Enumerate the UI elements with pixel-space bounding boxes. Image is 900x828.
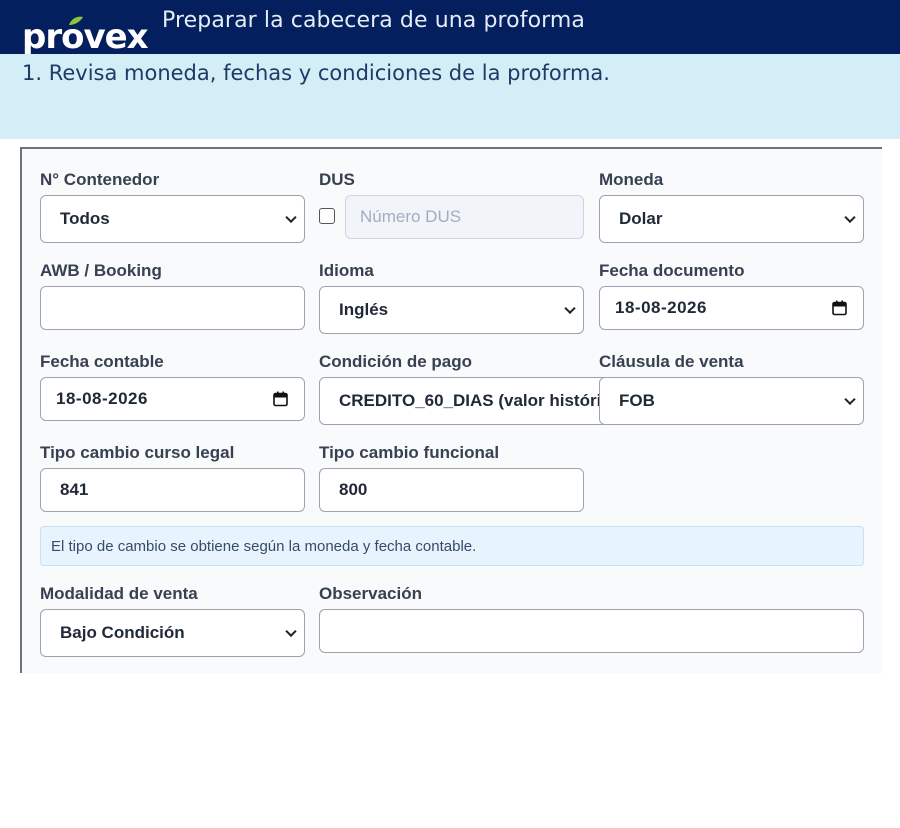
exchange-rate-info: El tipo de cambio se obtiene según la mo… <box>40 526 864 566</box>
tc-legal-label: Tipo cambio curso legal <box>40 443 235 462</box>
dus-input[interactable]: Número DUS <box>345 195 584 239</box>
chevron-down-icon <box>285 625 297 638</box>
tc-funcional-value: 800 <box>339 480 368 499</box>
moneda-label: Moneda <box>599 170 664 189</box>
calendar-icon[interactable] <box>273 391 288 407</box>
condicion-pago-select[interactable]: CREDITO_60_DIAS (valor histórico) <box>319 377 609 425</box>
awb-label: AWB / Booking <box>40 261 162 280</box>
clausula-venta-label: Cláusula de venta <box>599 352 744 371</box>
chevron-down-icon <box>844 393 856 406</box>
contenedor-value: Todos <box>60 209 110 228</box>
chevron-down-icon <box>564 302 576 315</box>
tc-legal-input[interactable]: 841 <box>40 468 305 512</box>
modalidad-value: Bajo Condición <box>60 623 185 642</box>
clausula-venta-value: FOB <box>619 391 655 410</box>
calendar-icon[interactable] <box>832 300 847 316</box>
page-title: Preparar la cabecera de una proforma <box>162 8 586 33</box>
fecha-contable-input[interactable]: 18-08-2026 <box>40 377 305 421</box>
logo-text: provex <box>22 17 149 57</box>
chevron-down-icon <box>844 211 856 224</box>
idioma-select[interactable]: Inglés <box>319 286 584 334</box>
fecha-contable-value: 18-08-2026 <box>56 389 148 408</box>
provex-logo: provex <box>22 14 152 56</box>
moneda-value: Dolar <box>619 209 663 228</box>
condicion-pago-value: CREDITO_60_DIAS (valor histórico) <box>339 391 609 410</box>
modalidad-select[interactable]: Bajo Condición <box>40 609 305 657</box>
instruction-banner: 1. Revisa moneda, fechas y condiciones d… <box>0 54 900 139</box>
contenedor-label: N° Contenedor <box>40 170 160 189</box>
dus-placeholder: Número DUS <box>360 207 462 226</box>
instruction-text: 1. Revisa moneda, fechas y condiciones d… <box>22 61 610 85</box>
fecha-documento-label: Fecha documento <box>599 261 745 280</box>
tc-funcional-label: Tipo cambio funcional <box>319 443 500 462</box>
moneda-select[interactable]: Dolar <box>599 195 864 243</box>
condicion-pago-label: Condición de pago <box>319 352 472 371</box>
dus-label: DUS <box>319 170 355 189</box>
clausula-venta-select[interactable]: FOB <box>599 377 864 425</box>
fecha-documento-value: 18-08-2026 <box>615 298 707 317</box>
contenedor-select[interactable]: Todos <box>40 195 305 243</box>
awb-input[interactable] <box>40 286 305 330</box>
exchange-rate-info-text: El tipo de cambio se obtiene según la mo… <box>51 537 477 555</box>
leaf-icon <box>69 16 83 25</box>
observacion-label: Observación <box>319 584 422 603</box>
fecha-documento-input[interactable]: 18-08-2026 <box>599 286 864 330</box>
idioma-value: Inglés <box>339 300 389 319</box>
tc-funcional-input[interactable]: 800 <box>319 468 584 512</box>
modalidad-label: Modalidad de venta <box>40 584 198 603</box>
idioma-label: Idioma <box>319 261 374 280</box>
observacion-input[interactable] <box>319 609 864 653</box>
fecha-contable-label: Fecha contable <box>40 352 164 371</box>
chevron-down-icon <box>285 211 297 224</box>
dus-checkbox[interactable] <box>319 208 335 224</box>
tc-legal-value: 841 <box>60 480 89 499</box>
top-bar: provex Preparar la cabecera de una profo… <box>0 0 900 54</box>
